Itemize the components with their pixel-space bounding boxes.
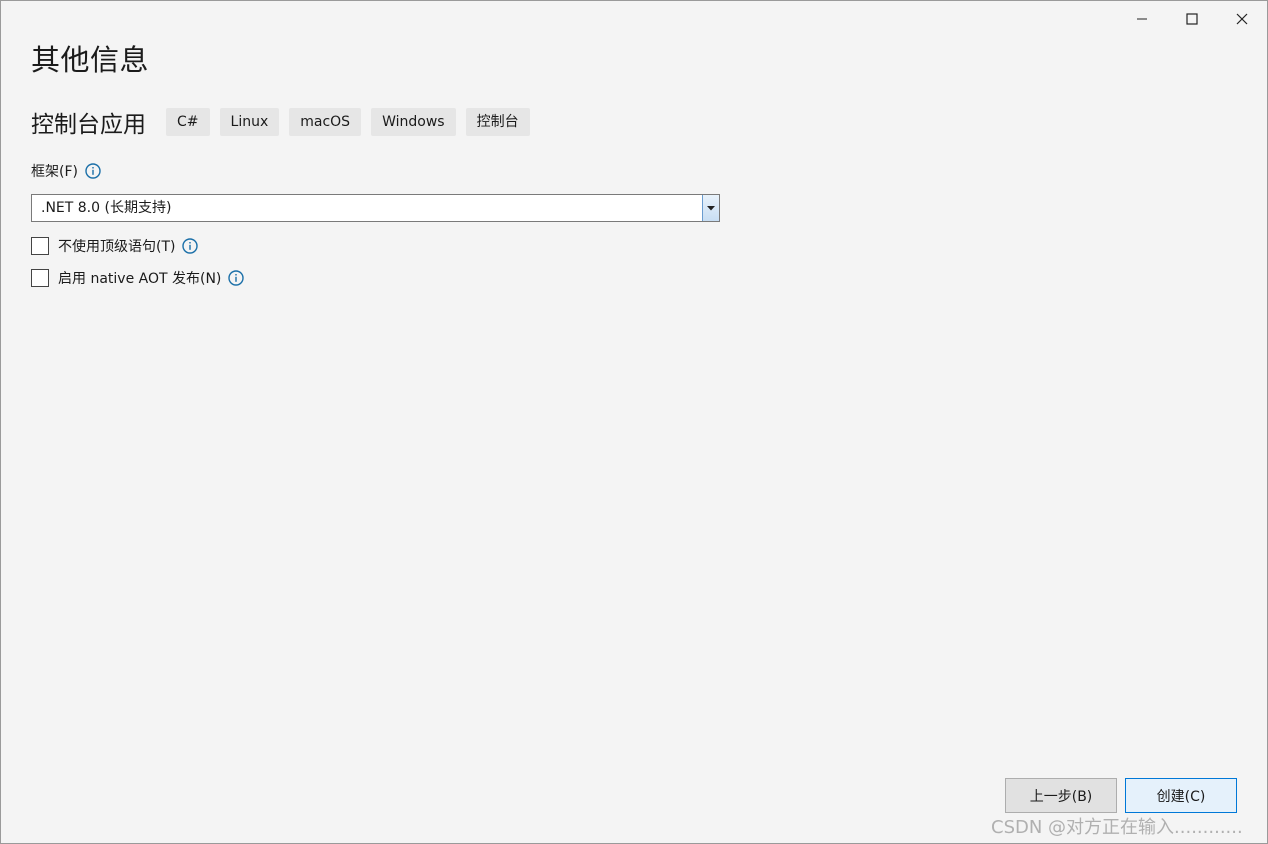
native-aot-checkbox[interactable]: [31, 269, 49, 287]
info-icon[interactable]: [85, 163, 101, 179]
chevron-down-icon: [707, 205, 715, 210]
info-icon[interactable]: [228, 270, 245, 286]
native-aot-option[interactable]: 启用 native AOT 发布(N): [31, 268, 245, 288]
top-level-statements-checkbox[interactable]: [31, 237, 49, 255]
close-icon: [1236, 13, 1248, 25]
tag-linux: Linux: [219, 108, 280, 136]
watermark: CSDN @对方正在输入............: [991, 817, 1243, 838]
info-icon[interactable]: [182, 238, 199, 254]
dropdown-arrow-button[interactable]: [702, 195, 719, 221]
native-aot-label: 启用 native AOT 发布(N): [58, 271, 222, 287]
framework-label-row: 框架(F): [31, 161, 101, 181]
window-controls: [1117, 1, 1267, 37]
dialog-window: 其他信息 控制台应用 C# Linux macOS Windows 控制台 框架…: [0, 0, 1268, 844]
page-title: 其他信息: [31, 43, 150, 77]
tag-console: 控制台: [465, 108, 530, 136]
close-button[interactable]: [1217, 1, 1267, 37]
top-level-statements-option[interactable]: 不使用顶级语句(T): [31, 236, 199, 256]
tag-windows: Windows: [371, 108, 456, 136]
maximize-button[interactable]: [1167, 1, 1217, 37]
create-button[interactable]: 创建(C): [1125, 778, 1237, 813]
minimize-icon: [1137, 18, 1147, 20]
template-header: 控制台应用 C# Linux macOS Windows 控制台: [31, 105, 540, 139]
top-level-statements-label: 不使用顶级语句(T): [58, 239, 176, 255]
template-name: 控制台应用: [31, 112, 146, 138]
back-button[interactable]: 上一步(B): [1005, 778, 1117, 813]
minimize-button[interactable]: [1117, 1, 1167, 37]
tag-macos: macOS: [289, 108, 362, 136]
framework-selected-value: .NET 8.0 (长期支持): [41, 200, 172, 216]
maximize-icon: [1186, 13, 1198, 25]
framework-select[interactable]: .NET 8.0 (长期支持): [31, 194, 720, 222]
tag-csharp: C#: [166, 108, 210, 136]
framework-label: 框架(F): [31, 164, 78, 180]
